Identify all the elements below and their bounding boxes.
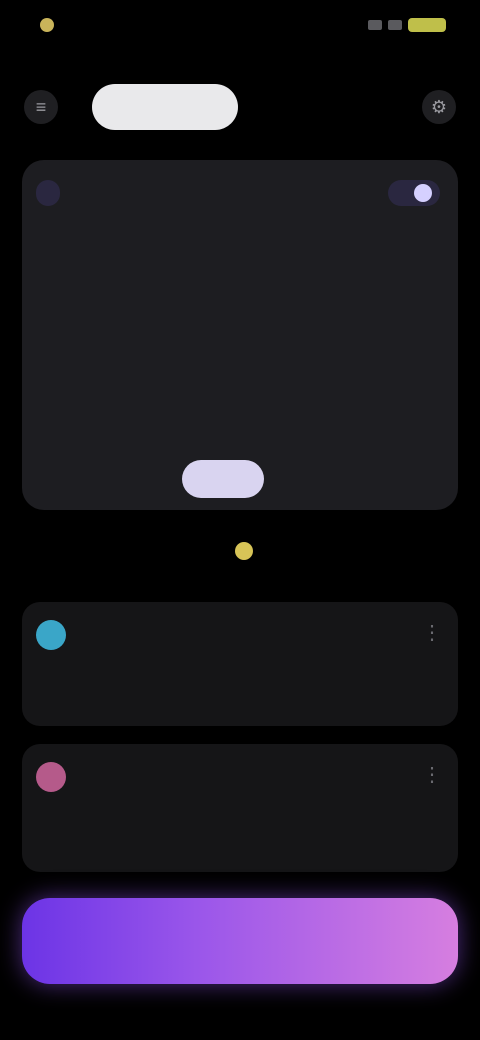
status-bar (0, 0, 480, 50)
card-tag-left[interactable] (36, 180, 60, 206)
list-item[interactable]: ⋮ (22, 744, 458, 872)
battery-icon (408, 18, 446, 32)
status-icons (368, 16, 446, 34)
card-cta-button[interactable] (182, 460, 264, 498)
wifi-icon (388, 20, 402, 30)
sparkle-icon (235, 542, 253, 561)
badge-icon (414, 184, 432, 202)
section-title (0, 540, 480, 561)
top-bar: ≡ ⚙ (0, 70, 480, 144)
more-icon[interactable]: ⋮ (422, 762, 442, 787)
signal-icon (368, 20, 382, 30)
tab-primary[interactable] (92, 84, 238, 130)
feature-card (22, 160, 458, 510)
avatar (36, 762, 66, 792)
list-item[interactable]: ⋮ (22, 602, 458, 726)
tab-secondary[interactable] (252, 84, 382, 130)
settings-icon[interactable]: ⚙ (422, 90, 456, 124)
more-icon[interactable]: ⋮ (422, 620, 442, 645)
avatar (36, 620, 66, 650)
primary-action-button[interactable] (22, 898, 458, 984)
card-tag-right[interactable] (388, 180, 440, 206)
menu-icon[interactable]: ≡ (24, 90, 58, 124)
status-indicator-icon (40, 18, 54, 32)
